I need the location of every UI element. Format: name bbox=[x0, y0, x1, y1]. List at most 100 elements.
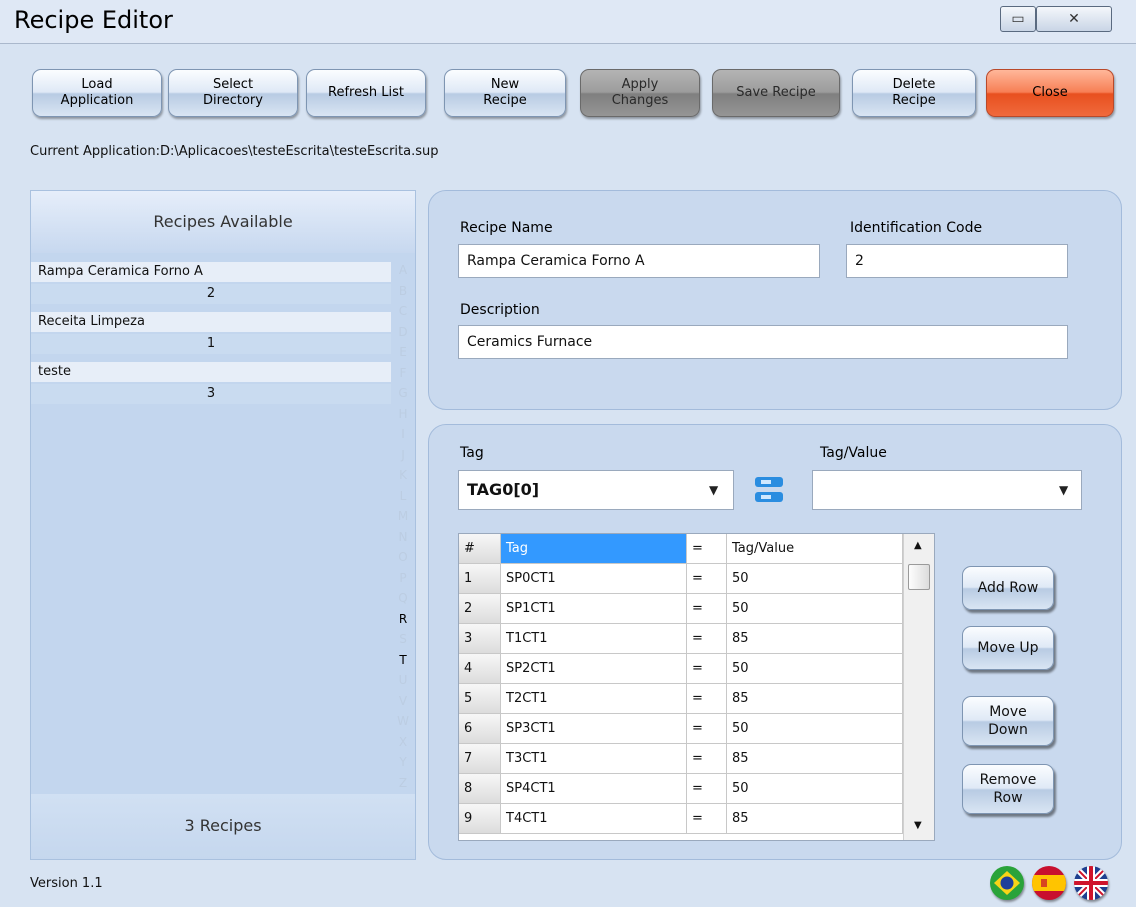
grid-header-number: # bbox=[459, 534, 501, 564]
minimize-icon: ▭ bbox=[1011, 11, 1025, 27]
grid-cell-equals[interactable]: = bbox=[687, 594, 727, 624]
select-directory-button[interactable]: Select Directory bbox=[168, 69, 298, 117]
recipe-name-field[interactable]: Rampa Ceramica Forno A bbox=[458, 244, 820, 278]
new-recipe-button[interactable]: New Recipe bbox=[444, 69, 566, 117]
uk-flag-icon[interactable] bbox=[1074, 866, 1108, 900]
index-letter[interactable]: P bbox=[396, 570, 410, 586]
tag-value-dropdown[interactable]: ▼ bbox=[812, 470, 1082, 510]
recipe-item-code[interactable]: 3 bbox=[31, 384, 391, 404]
save-recipe-button[interactable]: Save Recipe bbox=[712, 69, 840, 117]
grid-row-number[interactable]: 7 bbox=[459, 744, 501, 774]
grid-scrollbar[interactable]: ▲ ▼ bbox=[903, 534, 934, 840]
delete-recipe-button[interactable]: Delete Recipe bbox=[852, 69, 976, 117]
grid-cell-tag[interactable]: T4CT1 bbox=[501, 804, 687, 834]
grid-cell-tag[interactable]: SP4CT1 bbox=[501, 774, 687, 804]
index-letter[interactable]: J bbox=[396, 447, 410, 463]
grid-cell-value[interactable]: 50 bbox=[727, 714, 903, 744]
index-letter[interactable]: L bbox=[396, 488, 410, 504]
grid-cell-tag[interactable]: SP1CT1 bbox=[501, 594, 687, 624]
index-letter[interactable]: V bbox=[396, 693, 410, 709]
index-letter[interactable]: Z bbox=[396, 775, 410, 791]
load-application-button[interactable]: Load Application bbox=[32, 69, 162, 117]
grid-cell-equals[interactable]: = bbox=[687, 624, 727, 654]
move-up-button[interactable]: Move Up bbox=[962, 626, 1054, 670]
grid-header-tag[interactable]: Tag bbox=[501, 534, 687, 564]
grid-cell-tag[interactable]: SP0CT1 bbox=[501, 564, 687, 594]
index-letter[interactable]: T bbox=[396, 652, 410, 668]
grid-cell-tag[interactable]: T1CT1 bbox=[501, 624, 687, 654]
grid-cell-tag[interactable]: SP2CT1 bbox=[501, 654, 687, 684]
minimize-button[interactable]: ▭ bbox=[1000, 6, 1036, 32]
grid-cell-tag[interactable]: T2CT1 bbox=[501, 684, 687, 714]
index-letter[interactable]: U bbox=[396, 672, 410, 688]
grid-row-number[interactable]: 2 bbox=[459, 594, 501, 624]
index-letter[interactable]: Y bbox=[396, 754, 410, 770]
index-letter[interactable]: B bbox=[396, 283, 410, 299]
index-letter[interactable]: K bbox=[396, 467, 410, 483]
recipe-item-name[interactable]: Rampa Ceramica Forno A bbox=[31, 262, 391, 282]
grid-row-number[interactable]: 5 bbox=[459, 684, 501, 714]
tag-grid[interactable]: # Tag = Tag/Value 1 SP0CT1 = 50 2 SP1CT1 = 50 3 T… bbox=[458, 533, 935, 841]
scroll-down-icon[interactable]: ▼ bbox=[914, 820, 922, 831]
recipe-item-name[interactable]: Receita Limpeza bbox=[31, 312, 391, 332]
grid-cell-equals[interactable]: = bbox=[687, 744, 727, 774]
grid-cell-value[interactable]: 50 bbox=[727, 654, 903, 684]
grid-row-number[interactable]: 1 bbox=[459, 564, 501, 594]
index-letter[interactable]: W bbox=[396, 713, 410, 729]
recipes-count: 3 Recipes bbox=[31, 794, 415, 859]
grid-cell-value[interactable]: 50 bbox=[727, 774, 903, 804]
description-field[interactable]: Ceramics Furnace bbox=[458, 325, 1068, 359]
identification-code-field[interactable]: 2 bbox=[846, 244, 1068, 278]
grid-cell-tag[interactable]: T3CT1 bbox=[501, 744, 687, 774]
brazil-flag-icon[interactable] bbox=[990, 866, 1024, 900]
grid-cell-value[interactable]: 85 bbox=[727, 624, 903, 654]
recipe-item-code[interactable]: 2 bbox=[31, 284, 391, 304]
add-row-button[interactable]: Add Row bbox=[962, 566, 1054, 610]
scroll-up-icon[interactable]: ▲ bbox=[914, 540, 922, 551]
grid-cell-equals[interactable]: = bbox=[687, 564, 727, 594]
grid-row-number[interactable]: 4 bbox=[459, 654, 501, 684]
index-letter[interactable]: Q bbox=[396, 590, 410, 606]
grid-cell-equals[interactable]: = bbox=[687, 684, 727, 714]
grid-row-number[interactable]: 9 bbox=[459, 804, 501, 834]
grid-cell-equals[interactable]: = bbox=[687, 774, 727, 804]
grid-cell-equals[interactable]: = bbox=[687, 654, 727, 684]
tag-browse-icon[interactable] bbox=[752, 473, 786, 507]
index-letter[interactable]: S bbox=[396, 631, 410, 647]
apply-changes-button[interactable]: Apply Changes bbox=[580, 69, 700, 117]
index-letter[interactable]: R bbox=[396, 611, 410, 627]
move-down-button[interactable]: Move Down bbox=[962, 696, 1054, 746]
grid-cell-value[interactable]: 85 bbox=[727, 804, 903, 834]
grid-row-number[interactable]: 8 bbox=[459, 774, 501, 804]
grid-cell-value[interactable]: 50 bbox=[727, 594, 903, 624]
remove-row-button[interactable]: Remove Row bbox=[962, 764, 1054, 814]
index-letter[interactable]: I bbox=[396, 426, 410, 442]
index-letter[interactable]: O bbox=[396, 549, 410, 565]
grid-cell-tag[interactable]: SP3CT1 bbox=[501, 714, 687, 744]
index-letter[interactable]: E bbox=[396, 344, 410, 360]
grid-cell-equals[interactable]: = bbox=[687, 714, 727, 744]
index-letter[interactable]: D bbox=[396, 324, 410, 340]
recipe-item-code[interactable]: 1 bbox=[31, 334, 391, 354]
index-letter[interactable]: N bbox=[396, 529, 410, 545]
grid-cell-value[interactable]: 50 bbox=[727, 564, 903, 594]
grid-cell-value[interactable]: 85 bbox=[727, 744, 903, 774]
close-button[interactable]: Close bbox=[986, 69, 1114, 117]
scrollbar-thumb[interactable] bbox=[908, 564, 930, 590]
index-letter[interactable]: H bbox=[396, 406, 410, 422]
index-letter[interactable]: A bbox=[396, 262, 410, 278]
grid-cell-equals[interactable]: = bbox=[687, 804, 727, 834]
index-letter[interactable]: F bbox=[396, 365, 410, 381]
index-letter[interactable]: G bbox=[396, 385, 410, 401]
refresh-list-button[interactable]: Refresh List bbox=[306, 69, 426, 117]
window-close-button[interactable]: ✕ bbox=[1036, 6, 1112, 32]
grid-row-number[interactable]: 3 bbox=[459, 624, 501, 654]
grid-cell-value[interactable]: 85 bbox=[727, 684, 903, 714]
index-letter[interactable]: M bbox=[396, 508, 410, 524]
index-letter[interactable]: C bbox=[396, 303, 410, 319]
tag-dropdown[interactable]: TAG0[0] ▼ bbox=[458, 470, 734, 510]
grid-row-number[interactable]: 6 bbox=[459, 714, 501, 744]
index-letter[interactable]: X bbox=[396, 734, 410, 750]
recipe-item-name[interactable]: teste bbox=[31, 362, 391, 382]
spain-flag-icon[interactable] bbox=[1032, 866, 1066, 900]
